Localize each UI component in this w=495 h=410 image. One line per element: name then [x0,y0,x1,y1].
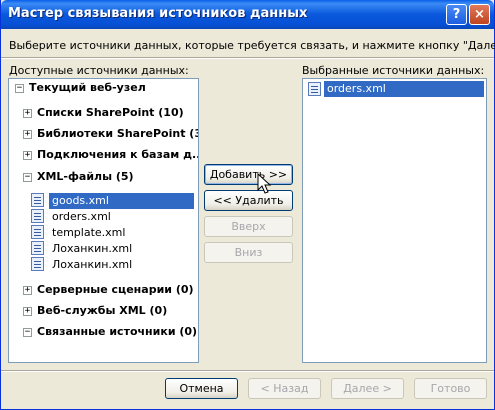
remove-button[interactable]: << Удалить [204,190,293,211]
group-expander[interactable]: − [23,173,32,182]
xml-file-icon [31,193,44,207]
dialog-window: Мастер связывания источников данных ? × … [0,0,495,410]
tree-file-item[interactable]: Лоханкин.xml [50,241,134,257]
move-down-button[interactable]: Вниз [204,242,293,263]
group-expander[interactable]: + [23,151,32,160]
selected-sources-label: Выбранные источники данных: [302,64,485,77]
group-expander[interactable]: − [23,328,32,337]
header-separator [1,57,494,59]
group-expander[interactable]: + [23,286,32,295]
tree-group-xml-files[interactable]: XML-файлы (5) [37,169,134,185]
back-button[interactable]: < Назад [248,378,321,399]
window-title: Мастер связывания источников данных [8,6,308,21]
group-expander[interactable]: + [23,307,32,316]
tree-root-current-site[interactable]: Текущий веб-узел [29,80,146,96]
finish-button[interactable]: Готово [414,378,487,399]
mouse-pointer-icon [257,173,272,194]
xml-file-icon [31,257,44,271]
available-sources-tree[interactable]: − Текущий веб-узел + Списки SharePoint (… [8,78,199,363]
tree-group-linked-sources[interactable]: Связанные источники (0) [37,324,197,340]
tree-group-server-scripts[interactable]: Серверные сценарии (0) [37,282,194,298]
close-button[interactable]: × [469,4,490,25]
help-button[interactable]: ? [446,4,467,25]
tree-file-item[interactable]: Лоханкин.xml [50,257,134,273]
footer-separator [1,370,494,372]
xml-file-icon [31,241,44,255]
cancel-button[interactable]: Отмена [165,378,238,399]
available-sources-label: Доступные источники данных: [9,64,189,77]
selected-list-item[interactable]: orders.xml [325,81,388,97]
tree-group-sharepoint-lists[interactable]: Списки SharePoint (10) [37,105,184,121]
tree-group-sharepoint-libraries[interactable]: Библиотеки SharePoint (3) [37,126,198,142]
root-expander[interactable]: − [15,84,24,93]
instruction-text: Выберите источники данных, которые требу… [9,39,495,52]
tree-file-item[interactable]: template.xml [50,225,127,241]
tree-group-xml-web-services[interactable]: Веб-службы XML (0) [37,303,167,319]
selected-sources-list[interactable]: orders.xml [302,78,487,363]
group-expander[interactable]: + [23,109,32,118]
xml-file-icon [31,225,44,239]
tree-group-database-connections[interactable]: Подключения к базам д... [37,147,198,163]
xml-file-icon [31,209,44,223]
tree-file-item[interactable]: orders.xml [50,209,113,225]
tree-file-item[interactable]: goods.xml [50,193,111,209]
xml-file-icon [308,82,321,96]
add-button[interactable]: Добавить >> [204,164,293,185]
group-expander[interactable]: + [23,130,32,139]
move-up-button[interactable]: Вверх [204,216,293,237]
title-bar[interactable]: Мастер связывания источников данных ? × [1,0,494,29]
next-button[interactable]: Далее > [331,378,404,399]
